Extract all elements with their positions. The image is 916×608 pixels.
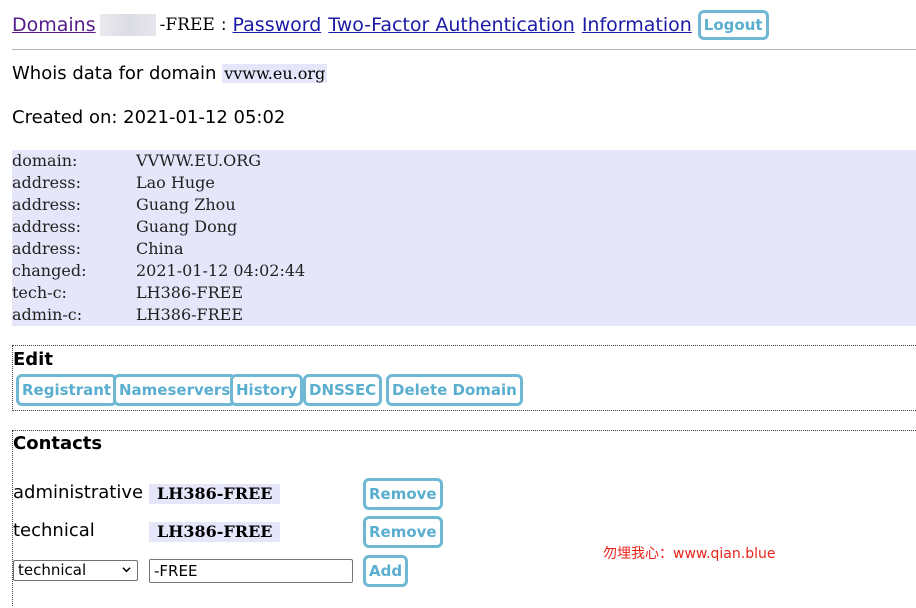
whois-key: address: [12,173,81,192]
whois-key: address: [12,239,81,258]
whois-heading-text: Whois data for domain [12,63,217,84]
domains-link[interactable]: Domains [12,14,96,36]
whois-value: Guang Zhou [136,195,236,214]
contact-handle-input[interactable]: -FREE [149,559,353,583]
edit-legend: Edit [13,349,53,370]
history-button[interactable]: History [230,374,304,406]
contact-role-select[interactable]: technical [13,560,138,581]
whois-value: Lao Huge [136,173,215,192]
whois-value: 2021-01-12 04:02:44 [136,261,306,280]
whois-key: changed: [12,261,87,280]
whois-record: domain: VVWW.EU.ORG address: Lao Huge addr… [12,150,916,326]
whois-key: domain: [12,151,78,170]
delete-domain-button[interactable]: Delete Domain [386,374,523,406]
whois-key: address: [12,217,81,236]
whois-heading: Whois data for domain vvww.eu.org [12,63,328,84]
two-factor-link[interactable]: Two-Factor Authentication [328,14,575,36]
watermark-text: 勿埋我心：www.qian.blue [603,546,776,562]
contact-handle: LH386-FREE [149,484,281,504]
contact-role-selected: technical [18,561,87,579]
divider [12,49,916,50]
contact-role-label: administrative [13,482,144,503]
information-link[interactable]: Information [582,14,692,36]
nav-separator: : [220,15,227,35]
whois-value: VVWW.EU.ORG [136,151,262,170]
whois-value: LH386-FREE [136,305,244,324]
whois-value: LH386-FREE [136,283,244,302]
user-handle: -FREE [159,15,215,35]
nameservers-button[interactable]: Nameservers [113,374,237,406]
redacted-username [99,14,156,36]
logout-button[interactable]: Logout [697,10,769,40]
whois-domain: vvww.eu.org [222,64,328,83]
password-link[interactable]: Password [233,14,322,36]
whois-key: address: [12,195,81,214]
whois-value: Guang Dong [136,217,238,236]
whois-key: admin-c: [12,305,83,324]
contact-role-label: technical [13,520,95,541]
whois-value: China [136,239,184,258]
chevron-down-icon [122,567,131,573]
registrant-button[interactable]: Registrant [16,374,118,406]
contacts-fieldset [12,430,916,606]
contacts-legend: Contacts [13,433,103,454]
add-contact-button[interactable]: Add [363,555,409,587]
remove-administrative-button[interactable]: Remove [363,478,443,510]
whois-key: tech-c: [12,283,67,302]
created-date: Created on: 2021-01-12 05:02 [12,107,286,128]
contact-handle: LH386-FREE [149,522,281,542]
top-nav: Domains -FREE : Password Two-Factor Auth… [12,10,769,40]
dnssec-button[interactable]: DNSSEC [303,374,383,406]
remove-technical-button[interactable]: Remove [363,516,443,548]
